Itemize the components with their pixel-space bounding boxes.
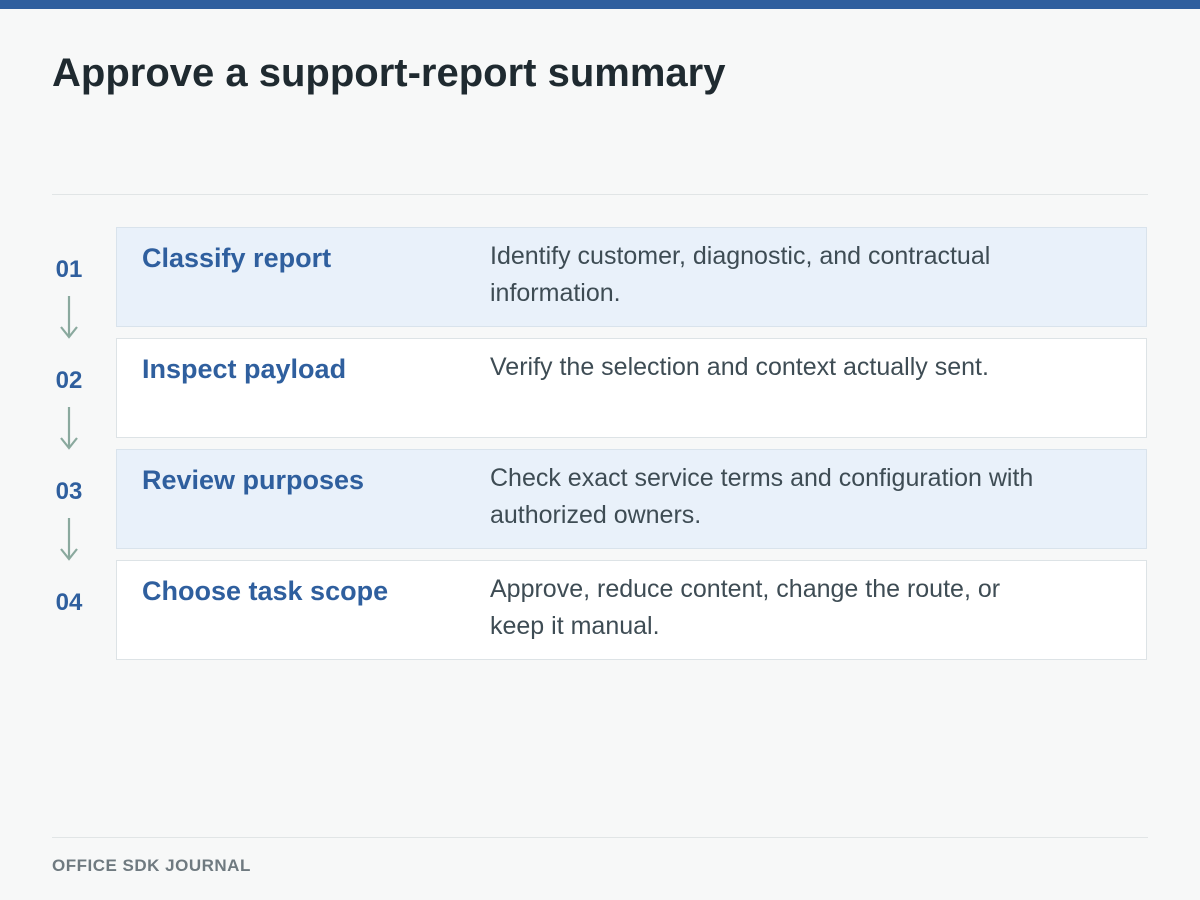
page-title: Approve a support-report summary bbox=[52, 51, 726, 95]
step-card-classify-report: Classify report Identify customer, diagn… bbox=[116, 227, 1147, 327]
step-description: Verify the selection and context actuall… bbox=[490, 353, 989, 381]
top-accent-bar bbox=[0, 0, 1200, 9]
step-title: Inspect payload bbox=[142, 354, 347, 384]
step-card-choose-task-scope: Choose task scope Approve, reduce conten… bbox=[116, 560, 1147, 660]
step-description: Approve, reduce content, change the rout… bbox=[490, 575, 1001, 640]
step-title: Choose task scope bbox=[142, 576, 389, 606]
down-arrow-icon bbox=[60, 296, 78, 339]
step-card-inspect-payload: Inspect payload Verify the selection and… bbox=[116, 338, 1147, 438]
down-arrow-icon bbox=[60, 518, 78, 561]
step-card-review-purposes: Review purposes Check exact service term… bbox=[116, 449, 1147, 549]
step-title: Classify report bbox=[142, 243, 332, 273]
header-divider bbox=[52, 194, 1148, 195]
step-description: Identify customer, diagnostic, and contr… bbox=[490, 242, 991, 307]
down-arrow-icon bbox=[60, 407, 78, 450]
footer-divider bbox=[52, 837, 1148, 838]
step-title: Review purposes bbox=[142, 465, 365, 495]
footer-label: OFFICE SDK JOURNAL bbox=[52, 856, 251, 875]
step-description: Check exact service terms and configurat… bbox=[490, 464, 1034, 529]
step-number-4: 04 bbox=[55, 589, 83, 616]
step-number-1: 01 bbox=[55, 256, 83, 283]
step-number-3: 03 bbox=[55, 478, 83, 505]
step-number-2: 02 bbox=[55, 367, 83, 394]
